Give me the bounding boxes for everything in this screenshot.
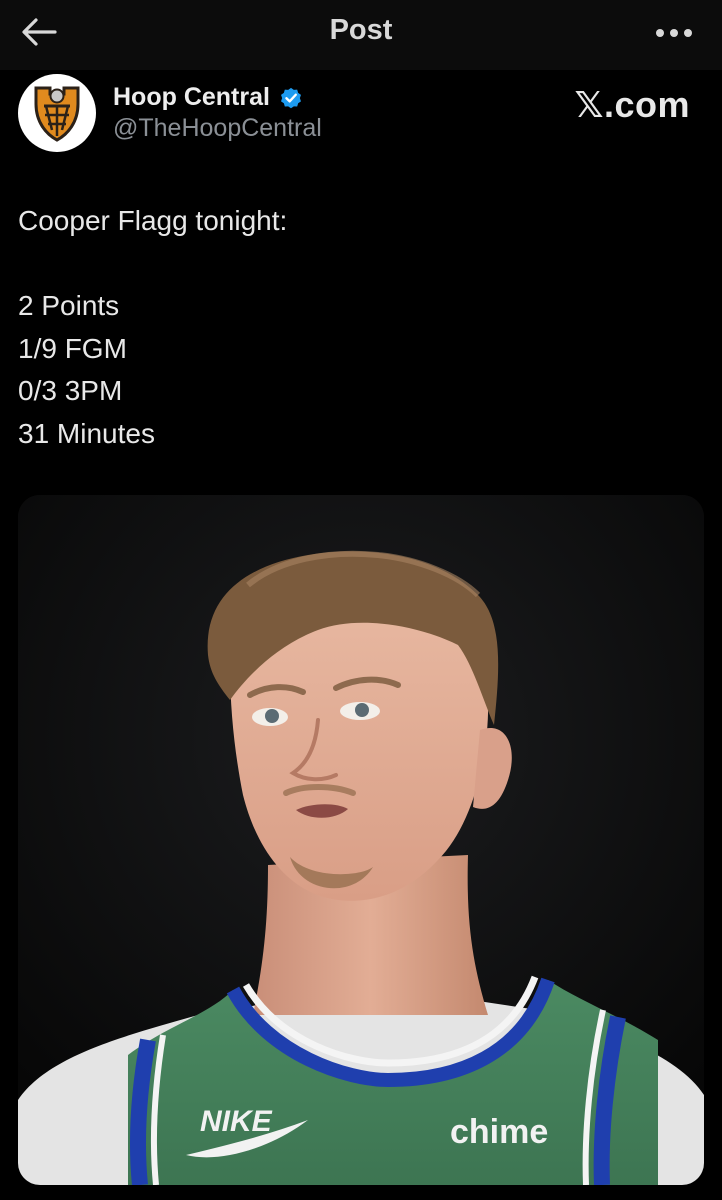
avatar[interactable] xyxy=(18,74,96,152)
post-line: 31 Minutes xyxy=(18,417,155,449)
post-text: Cooper Flagg tonight: 2 Points 1/9 FGM 0… xyxy=(18,200,698,455)
jersey-sponsor-text: chime xyxy=(450,1113,548,1151)
post-media-image[interactable]: NIKE chime xyxy=(18,495,704,1185)
hoop-central-logo xyxy=(34,86,80,142)
verified-badge-icon xyxy=(280,87,301,108)
author-name-row[interactable]: Hoop Central xyxy=(113,83,304,112)
top-navigation-bar: Post xyxy=(0,0,722,70)
more-horizontal-icon xyxy=(656,29,692,37)
more-options-button[interactable] xyxy=(652,18,696,48)
page-title: Post xyxy=(329,14,393,46)
author-handle[interactable]: @TheHoopCentral xyxy=(113,114,322,143)
post-line xyxy=(18,243,698,286)
author-display-name[interactable]: Hoop Central xyxy=(113,83,270,112)
jersey-brand-text: NIKE xyxy=(200,1105,273,1138)
post-line: 0/3 3PM xyxy=(18,375,123,406)
player-photo: NIKE chime xyxy=(18,495,704,1185)
post-line: 1/9 FGM xyxy=(18,332,127,364)
source-watermark: 𝕏.com xyxy=(574,84,690,125)
post-line: 2 Points xyxy=(18,290,120,321)
post-line: Cooper Flagg tonight: xyxy=(18,205,288,236)
